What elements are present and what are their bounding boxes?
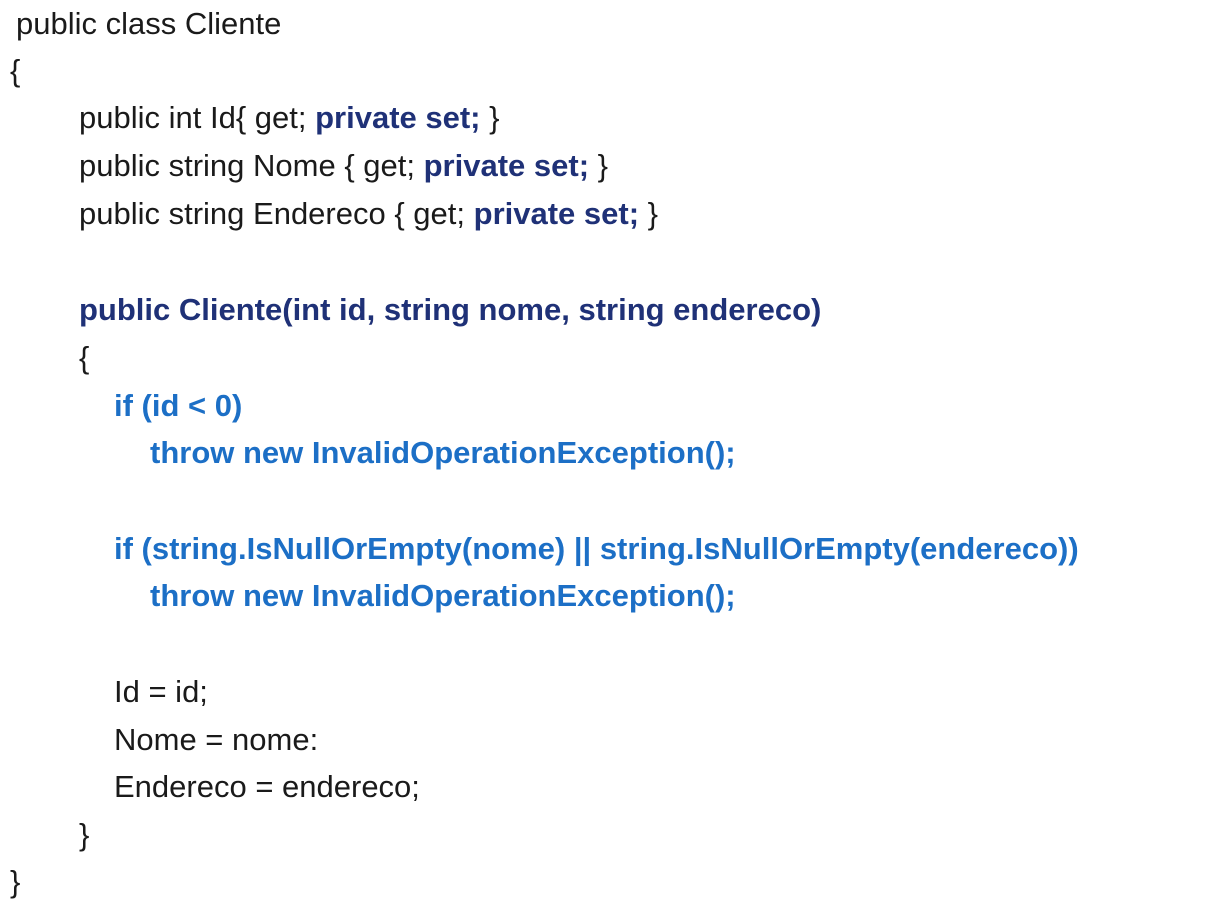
- constructor-close-brace: }: [79, 817, 90, 852]
- assign-id: Id = id;: [114, 674, 208, 709]
- property-endereco: public string Endereco { get; private se…: [79, 194, 658, 234]
- property-endereco-private-set: private set;: [473, 196, 640, 231]
- class-open-brace: {: [10, 53, 21, 88]
- property-id-private-set: private set;: [315, 100, 481, 135]
- constructor-open-brace: {: [79, 340, 90, 375]
- assign-nome: Nome = nome:: [114, 722, 319, 757]
- assign-endereco: Endereco = endereco;: [114, 769, 420, 804]
- property-nome-signature: public string Nome { get;: [79, 148, 424, 183]
- property-endereco-close: }: [639, 196, 659, 231]
- property-nome: public string Nome { get; private set; }: [79, 146, 608, 186]
- code-slide: public class Cliente { public int Id{ ge…: [0, 0, 1226, 921]
- property-endereco-signature: public string Endereco { get;: [79, 196, 474, 231]
- property-nome-private-set: private set;: [423, 148, 590, 183]
- constructor-signature: public Cliente(int id, string nome, stri…: [79, 292, 822, 327]
- class-close-brace: }: [10, 864, 21, 899]
- property-nome-close: }: [589, 148, 608, 183]
- string-check-throw: throw new InvalidOperationException();: [150, 578, 736, 613]
- property-id: public int Id{ get; private set; }: [79, 98, 499, 138]
- class-declaration: public class Cliente: [16, 6, 282, 41]
- string-check-condition: if (string.IsNullOrEmpty(nome) || string…: [114, 531, 1079, 566]
- id-check-throw: throw new InvalidOperationException();: [150, 435, 736, 470]
- id-check-condition: if (id < 0): [114, 388, 243, 423]
- property-id-close: }: [480, 100, 500, 135]
- property-id-signature: public int Id{ get;: [79, 100, 316, 135]
